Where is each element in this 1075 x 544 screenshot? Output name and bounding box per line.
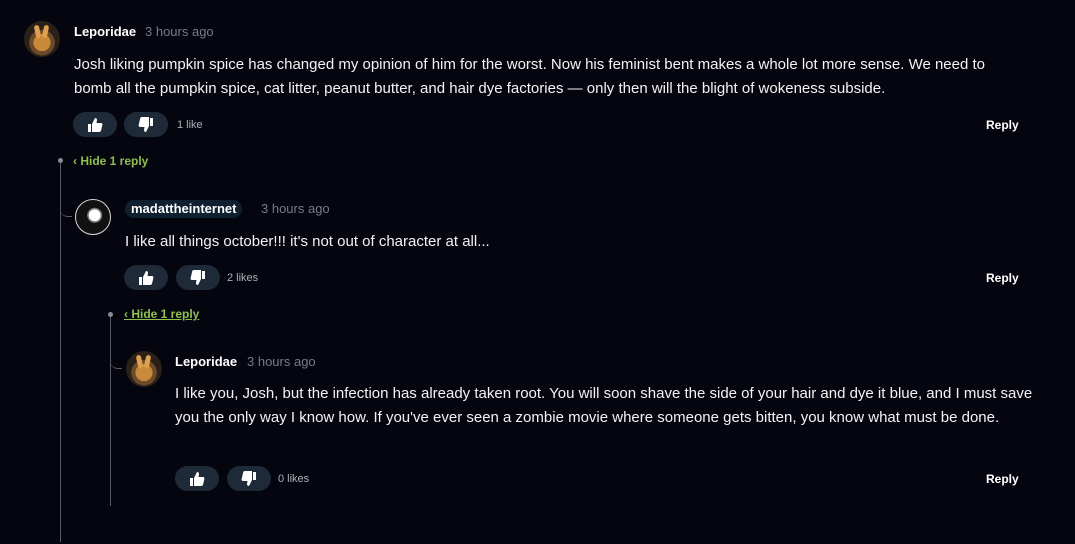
thread-dot-2 [108, 312, 113, 317]
thread-line-level-1 [60, 160, 61, 542]
comment-username[interactable]: Leporidae [175, 353, 237, 371]
thumbs-down-icon [138, 116, 153, 132]
reply-button[interactable]: Reply [986, 471, 1019, 487]
thumbs-up-icon [139, 270, 154, 285]
comment-timestamp: 3 hours ago [145, 24, 214, 39]
thumbs-up-icon [88, 117, 103, 132]
thumbs-down-icon [190, 269, 205, 285]
thread-dot-1 [58, 158, 63, 163]
hide-replies-toggle[interactable]: ‹ Hide 1 reply [124, 307, 199, 321]
downvote-button[interactable] [227, 466, 271, 491]
hide-replies-toggle[interactable]: ‹ Hide 1 reply [73, 154, 148, 168]
like-count: 1 like [177, 119, 203, 131]
thread-curve-1 [60, 186, 72, 217]
reply-button[interactable]: Reply [986, 270, 1019, 286]
comment-text: I like you, Josh, but the infection has … [175, 385, 1033, 426]
like-count: 2 likes [227, 272, 259, 284]
thread-curve-2 [110, 338, 122, 369]
thumbs-down-icon [241, 470, 256, 486]
downvote-button[interactable] [176, 265, 220, 290]
upvote-button[interactable] [124, 265, 168, 290]
comment-text: Josh liking pumpkin spice has changed my… [74, 56, 986, 97]
upvote-button[interactable] [73, 112, 117, 137]
thumbs-up-icon [190, 471, 205, 486]
comment-username[interactable]: Leporidae [74, 23, 136, 41]
comment-timestamp: 3 hours ago [261, 201, 330, 216]
thread-line-connector-1 [60, 176, 61, 177]
comment-username[interactable]: madattheinternet [125, 200, 243, 218]
like-count: 0 likes [278, 473, 310, 485]
avatar[interactable] [24, 21, 60, 57]
reply-button[interactable]: Reply [986, 117, 1019, 133]
avatar[interactable] [75, 199, 111, 235]
comment-timestamp: 3 hours ago [247, 354, 316, 369]
comment-text: I like all things october!!! it's not ou… [125, 233, 490, 250]
downvote-button[interactable] [124, 112, 168, 137]
avatar[interactable] [126, 351, 162, 387]
upvote-button[interactable] [175, 466, 219, 491]
